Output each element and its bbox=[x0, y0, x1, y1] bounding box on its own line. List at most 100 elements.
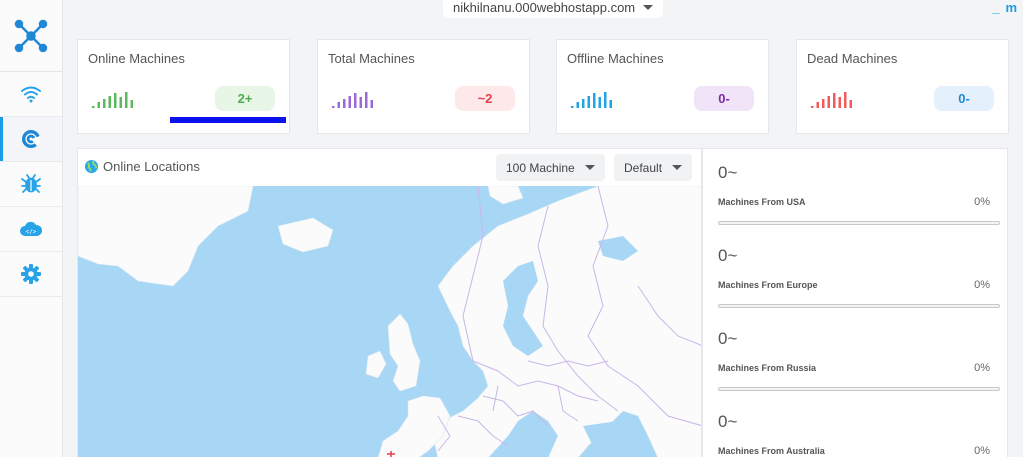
region-stats-panel: 0~ Machines From USA 0% 0~ Machines From… bbox=[702, 148, 1008, 457]
nav-item-cloud[interactable]: </> bbox=[0, 207, 62, 252]
world-map[interactable] bbox=[78, 185, 701, 457]
sparkline-bar bbox=[849, 100, 852, 108]
status-badge: 0- bbox=[934, 86, 994, 111]
card-title: Dead Machines bbox=[807, 51, 898, 66]
status-badge: 0- bbox=[694, 86, 754, 111]
network-logo-icon bbox=[14, 19, 48, 52]
region-label: Machines From USA bbox=[718, 197, 806, 207]
region-percent: 0% bbox=[974, 362, 990, 374]
sparkline-icon bbox=[332, 92, 373, 108]
radar-icon bbox=[22, 130, 41, 148]
sparkline-bar bbox=[337, 102, 340, 108]
sparkline-bar bbox=[811, 106, 814, 108]
maximize-button[interactable]: m bbox=[1005, 0, 1017, 15]
progress-bar bbox=[718, 387, 1000, 391]
gear-icon bbox=[21, 264, 41, 284]
sparkline-bar bbox=[576, 102, 579, 108]
sparkline-bar bbox=[582, 99, 585, 108]
card-offline-machines: Offline Machines 0- bbox=[556, 39, 769, 134]
status-badge: 2+ bbox=[215, 86, 275, 111]
progress-bar bbox=[718, 221, 1000, 225]
svg-text:</>: </> bbox=[26, 229, 37, 236]
card-dead-machines: Dead Machines 0- bbox=[796, 39, 1009, 134]
sparkline-bar bbox=[365, 92, 368, 108]
region-value: 0~ bbox=[718, 412, 738, 431]
sparkline-bar bbox=[332, 106, 335, 108]
sparkline-icon bbox=[811, 92, 852, 108]
topbar: nikhilnanu.000webhostapp.com _ m bbox=[63, 0, 1023, 22]
region-value: 0~ bbox=[718, 246, 738, 265]
region-value: 0~ bbox=[718, 329, 738, 348]
card-title: Total Machines bbox=[328, 51, 415, 66]
nav-item-bug[interactable] bbox=[0, 162, 62, 207]
map-title: Online Locations bbox=[84, 159, 200, 174]
machine-count-value: 100 Machine bbox=[506, 160, 575, 175]
sparkline-bar bbox=[125, 92, 128, 108]
bug-icon bbox=[21, 174, 41, 193]
sparkline-bar bbox=[598, 97, 601, 108]
region-percent: 0% bbox=[974, 279, 990, 291]
domain-select[interactable]: nikhilnanu.000webhostapp.com bbox=[443, 0, 664, 18]
sparkline-bar bbox=[593, 93, 596, 108]
region-label: Machines From Australia bbox=[718, 446, 825, 456]
sparkline-bar bbox=[92, 106, 95, 108]
sparkline-bar bbox=[833, 93, 836, 108]
chevron-down-icon bbox=[584, 165, 595, 170]
sparkline-bar bbox=[844, 92, 847, 108]
sparkline-bar bbox=[587, 96, 590, 108]
sparkline-bar bbox=[609, 100, 612, 108]
chevron-down-icon bbox=[643, 4, 654, 10]
sparkline-icon bbox=[92, 92, 133, 108]
card-title: Online Machines bbox=[88, 51, 185, 66]
sparkline-bar bbox=[827, 96, 830, 108]
nav-item-wifi[interactable] bbox=[0, 72, 62, 117]
region-europe: 0~ Machines From Europe 0% bbox=[718, 246, 1000, 308]
nav-item-settings[interactable] bbox=[0, 252, 62, 297]
sparkline-bar bbox=[108, 96, 111, 108]
sparkline-bar bbox=[370, 100, 373, 108]
map-style-dropdown[interactable]: Default bbox=[614, 154, 693, 181]
nav-item-dashboard[interactable] bbox=[0, 117, 62, 162]
map-header: Online Locations 100 Machine Default bbox=[78, 149, 701, 186]
app-logo[interactable] bbox=[0, 0, 62, 72]
region-value: 0~ bbox=[718, 163, 738, 182]
sparkline-bar bbox=[343, 99, 346, 108]
region-label: Machines From Europe bbox=[718, 280, 818, 290]
wifi-icon bbox=[21, 86, 41, 103]
sparkline-bar bbox=[103, 99, 106, 108]
machine-count-dropdown[interactable]: 100 Machine bbox=[496, 154, 605, 181]
globe-icon bbox=[84, 159, 99, 174]
sparkline-bar bbox=[816, 102, 819, 108]
region-usa: 0~ Machines From USA 0% bbox=[718, 163, 1000, 225]
chevron-down-icon bbox=[672, 165, 683, 170]
sidebar: </> bbox=[0, 0, 63, 457]
progress-bar bbox=[718, 304, 1000, 308]
domain-label: nikhilnanu.000webhostapp.com bbox=[453, 0, 636, 15]
sparkline-icon bbox=[571, 92, 612, 108]
region-russia: 0~ Machines From Russia 0% bbox=[718, 329, 1000, 391]
sparkline-bar bbox=[130, 100, 133, 108]
sparkline-bar bbox=[348, 96, 351, 108]
region-australia: 0~ Machines From Australia 0% bbox=[718, 412, 1000, 457]
cloud-code-icon: </> bbox=[20, 221, 43, 236]
card-online-machines: Online Machines 2+ bbox=[77, 39, 290, 134]
sparkline-bar bbox=[571, 106, 574, 108]
card-title: Offline Machines bbox=[567, 51, 664, 66]
sparkline-bar bbox=[359, 97, 362, 108]
card-total-machines: Total Machines ~2 bbox=[317, 39, 530, 134]
minimize-button[interactable]: _ bbox=[992, 0, 999, 15]
sparkline-bar bbox=[354, 93, 357, 108]
status-badge: ~2 bbox=[455, 86, 515, 111]
online-locations-panel: Online Locations 100 Machine Default bbox=[77, 148, 702, 457]
sparkline-bar bbox=[119, 97, 122, 108]
region-percent: 0% bbox=[974, 445, 990, 457]
selection-indicator bbox=[170, 117, 286, 123]
sparkline-bar bbox=[604, 92, 607, 108]
region-percent: 0% bbox=[974, 196, 990, 208]
sparkline-bar bbox=[97, 102, 100, 108]
sparkline-bar bbox=[114, 93, 117, 108]
map-canvas bbox=[78, 185, 701, 457]
window-controls: _ m bbox=[992, 0, 1017, 15]
map-style-value: Default bbox=[624, 160, 663, 175]
region-label: Machines From Russia bbox=[718, 363, 817, 373]
